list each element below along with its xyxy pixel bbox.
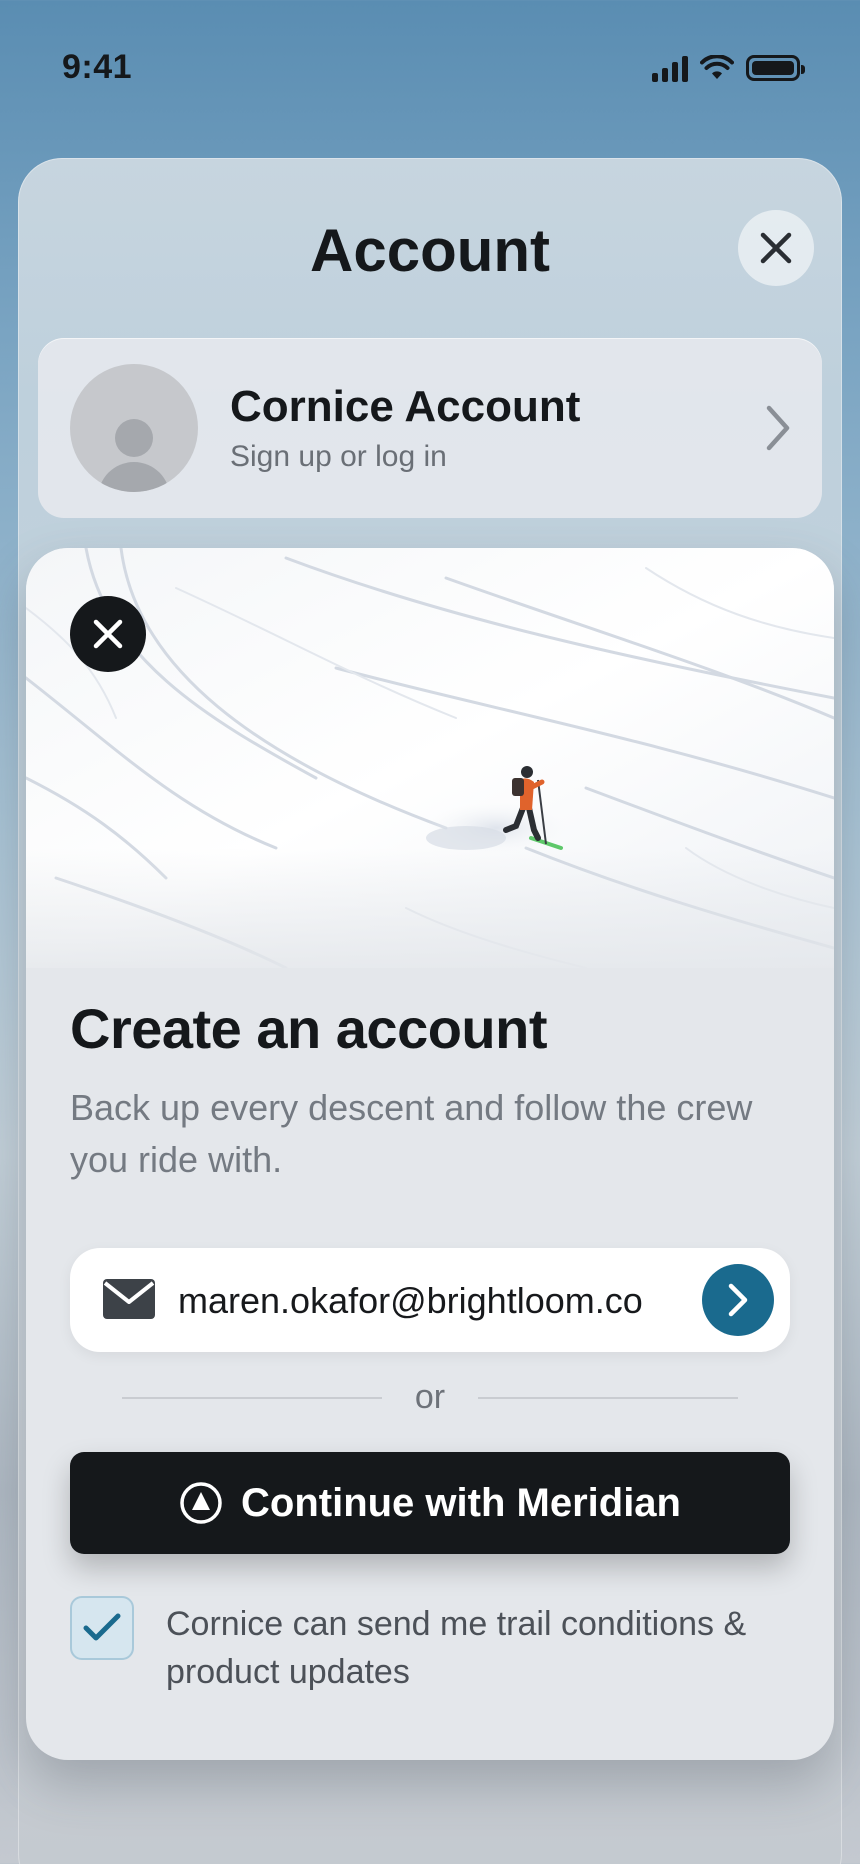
email-submit-button[interactable] [702, 1264, 774, 1336]
create-account-title: Create an account [70, 997, 548, 1060]
create-account-card: Create an account Back up every descent … [26, 548, 834, 1760]
meridian-logo-icon [180, 1482, 222, 1524]
account-sheet: Account Cornice Account Sign up or log i… [18, 158, 842, 1864]
status-bar: 9:41 [0, 0, 860, 135]
account-name: Cornice Account [230, 382, 581, 431]
sheet-close-button[interactable] [738, 210, 814, 286]
close-icon [93, 619, 123, 649]
create-account-description: Back up every descent and follow the cre… [70, 1087, 753, 1180]
consent-checkbox[interactable] [70, 1596, 134, 1660]
arrow-right-icon [728, 1283, 748, 1317]
mail-icon [103, 1279, 155, 1319]
close-icon [760, 232, 792, 264]
cellular-signal-icon [652, 54, 688, 82]
checkmark-icon [83, 1613, 121, 1641]
continue-with-meridian-button[interactable]: Continue with Meridian [70, 1452, 790, 1554]
avatar [70, 364, 198, 492]
status-icons [652, 54, 805, 82]
sheet-title: Account [310, 217, 550, 284]
or-divider: or [122, 1378, 738, 1418]
marketing-consent: Cornice can send me trail conditions & p… [70, 1596, 790, 1706]
hero-fade [26, 848, 834, 988]
card-close-button[interactable] [70, 596, 146, 672]
email-field[interactable]: maren.okafor@brightloom.co [70, 1248, 790, 1352]
account-subtitle: Sign up or log in [230, 440, 447, 473]
consent-label: Cornice can send me trail conditions & p… [166, 1605, 747, 1691]
battery-icon [746, 55, 805, 81]
email-value[interactable]: maren.okafor@brightloom.co [178, 1280, 698, 1322]
meridian-button-label: Continue with Meridian [241, 1480, 681, 1525]
wifi-icon [700, 55, 734, 79]
chevron-right-icon [766, 405, 790, 451]
status-time: 9:41 [62, 48, 133, 86]
account-row[interactable]: Cornice Account Sign up or log in [38, 338, 822, 518]
